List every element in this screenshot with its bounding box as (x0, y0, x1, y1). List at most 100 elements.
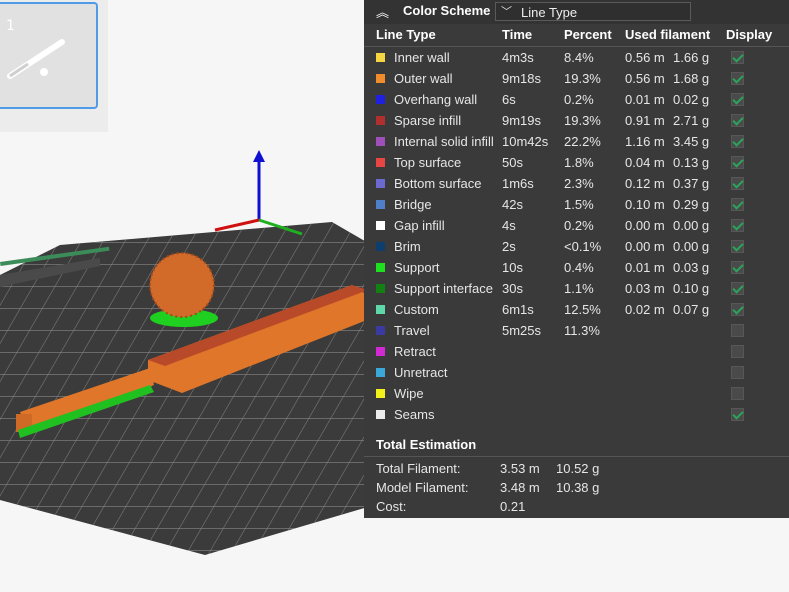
percent-cell: 22.2% (564, 134, 601, 149)
table-row: Overhang wall 6s 0.2% 0.01 m 0.02 g (364, 89, 789, 110)
line-type-label: Inner wall (394, 50, 450, 65)
filament-weight-cell: 3.45 g (673, 134, 710, 149)
panel-header: ︽ Color Scheme ﹀ Line Type (364, 0, 789, 24)
panel-title: Color Scheme (403, 3, 491, 18)
time-cell: 2s (502, 239, 516, 254)
color-scheme-panel: ︽ Color Scheme ﹀ Line Type Line Type Tim… (364, 0, 789, 518)
filament-weight-cell: 2.71 g (673, 113, 710, 128)
chevron-down-icon: ﹀ (501, 6, 512, 18)
display-checkbox[interactable] (731, 366, 744, 379)
display-checkbox[interactable] (731, 261, 744, 274)
table-row: Support 10s 0.4% 0.01 m 0.03 g (364, 257, 789, 278)
line-type-swatch (376, 158, 385, 167)
line-type-swatch (376, 74, 385, 83)
line-type-swatch (376, 284, 385, 293)
display-checkbox[interactable] (731, 282, 744, 295)
display-checkbox[interactable] (731, 177, 744, 190)
filament-weight-cell: 0.00 g (673, 218, 710, 233)
table-row: Seams (364, 404, 789, 425)
time-cell: 30s (502, 281, 523, 296)
display-checkbox[interactable] (731, 345, 744, 358)
filament-length-cell: 1.16 m (625, 134, 665, 149)
display-checkbox[interactable] (731, 408, 744, 421)
table-row: Wipe (364, 383, 789, 404)
line-type-swatch (376, 137, 385, 146)
line-type-swatch (376, 95, 385, 104)
table-row: Outer wall 9m18s 19.3% 0.56 m 1.68 g (364, 68, 789, 89)
collapse-icon[interactable]: ︽ (376, 2, 389, 21)
filament-weight-cell: 0.13 g (673, 155, 710, 170)
percent-cell: 0.2% (564, 92, 594, 107)
display-checkbox[interactable] (731, 324, 744, 337)
display-checkbox[interactable] (731, 135, 744, 148)
percent-cell: 12.5% (564, 302, 601, 317)
filament-length-cell: 0.00 m (625, 239, 665, 254)
table-row: Sparse infill 9m19s 19.3% 0.91 m 2.71 g (364, 110, 789, 131)
plate-thumbnail[interactable]: 1 (0, 2, 98, 109)
filament-length-cell: 0.02 m (625, 302, 665, 317)
line-type-swatch (376, 305, 385, 314)
total-estimation-title: Total Estimation (376, 437, 477, 452)
time-cell: 1m6s (502, 176, 534, 191)
col-display: Display (726, 27, 773, 42)
model-filament-m: 3.48 m (500, 480, 540, 495)
line-type-swatch (376, 326, 385, 335)
table-row: Retract (364, 341, 789, 362)
display-checkbox[interactable] (731, 51, 744, 64)
plate-thumbnail-strip: 1 (0, 0, 108, 132)
percent-cell: <0.1% (564, 239, 602, 254)
percent-cell: 11.3% (564, 323, 600, 338)
time-cell: 9m18s (502, 71, 542, 86)
table-row: Bottom surface 1m6s 2.3% 0.12 m 0.37 g (364, 173, 789, 194)
line-type-label: Travel (394, 323, 430, 338)
line-type-swatch (376, 410, 385, 419)
display-checkbox[interactable] (731, 93, 744, 106)
line-type-swatch (376, 116, 385, 125)
filament-weight-cell: 0.10 g (673, 281, 710, 296)
display-checkbox[interactable] (731, 156, 744, 169)
time-cell: 6m1s (502, 302, 534, 317)
filament-length-cell: 0.04 m (625, 155, 665, 170)
filament-length-cell: 0.10 m (625, 197, 665, 212)
filament-length-cell: 0.56 m (625, 50, 665, 65)
filament-weight-cell: 0.37 g (673, 176, 710, 191)
line-type-label: Top surface (394, 155, 462, 170)
cost-label: Cost: (376, 499, 407, 514)
display-checkbox[interactable] (731, 198, 744, 211)
line-type-label: Internal solid infill (394, 134, 494, 149)
col-line-type: Line Type (376, 27, 436, 42)
table-row: Unretract (364, 362, 789, 383)
line-type-label: Wipe (394, 386, 424, 401)
time-cell: 42s (502, 197, 523, 212)
display-checkbox[interactable] (731, 303, 744, 316)
total-filament-label: Total Filament: (376, 461, 461, 476)
filament-weight-cell: 1.68 g (673, 71, 710, 86)
table-row: Internal solid infill 10m42s 22.2% 1.16 m 3.… (364, 131, 789, 152)
percent-cell: 2.3% (564, 176, 594, 191)
line-type-label: Custom (394, 302, 439, 317)
total-divider (364, 456, 789, 457)
filament-length-cell: 0.01 m (625, 260, 665, 275)
cost-value: 0.21 (500, 499, 526, 514)
filament-weight-cell: 1.66 g (673, 50, 710, 65)
bat-thumbnail-icon (7, 39, 65, 79)
time-cell: 9m19s (502, 113, 542, 128)
line-type-swatch (376, 368, 385, 377)
display-checkbox[interactable] (731, 114, 744, 127)
table-row: Inner wall 4m3s 8.4% 0.56 m 1.66 g (364, 47, 789, 68)
filament-weight-cell: 0.00 g (673, 239, 710, 254)
line-type-label: Support interface (394, 281, 494, 296)
percent-cell: 0.4% (564, 260, 594, 275)
display-checkbox[interactable] (731, 219, 744, 232)
line-type-label: Brim (394, 239, 421, 254)
time-cell: 10m42s (502, 134, 549, 149)
line-type-swatch (376, 221, 385, 230)
time-cell: 5m25s (502, 323, 542, 338)
color-scheme-select[interactable]: ﹀ Line Type (495, 2, 691, 21)
display-checkbox[interactable] (731, 240, 744, 253)
display-checkbox[interactable] (731, 72, 744, 85)
display-checkbox[interactable] (731, 387, 744, 400)
col-time: Time (502, 27, 533, 42)
percent-cell: 19.3% (564, 113, 601, 128)
line-type-label: Unretract (394, 365, 448, 380)
